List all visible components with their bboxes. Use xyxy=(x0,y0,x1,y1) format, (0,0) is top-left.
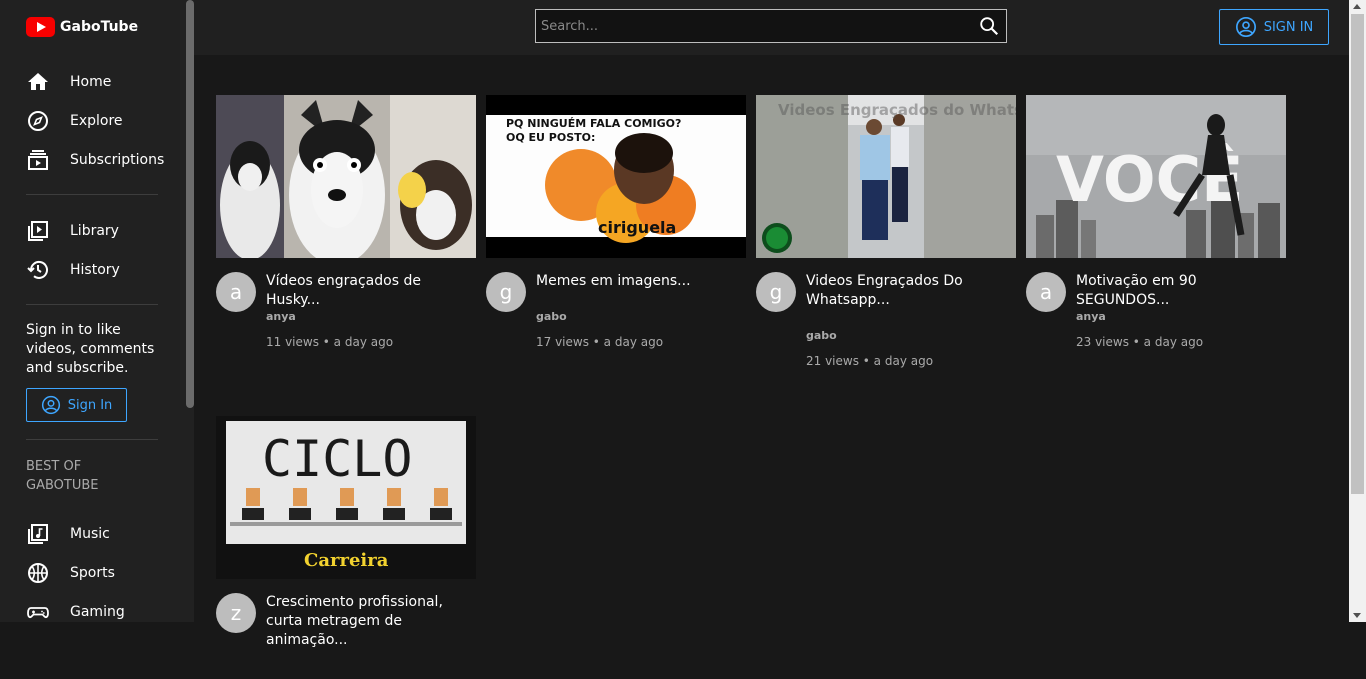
divider xyxy=(26,439,158,440)
video-title[interactable]: Vídeos engraçados de Husky... xyxy=(266,272,476,310)
video-title[interactable]: Videos Engraçados Do Whatsapp... xyxy=(806,272,1016,310)
video-thumbnail[interactable]: PQ NINGUÉM FALA COMIGO? OQ EU POSTO: cir… xyxy=(486,95,746,258)
meme-text-line-2: OQ EU POSTO: xyxy=(506,131,595,144)
video-stats: 21 views • a day ago xyxy=(806,354,934,368)
channel-avatar[interactable]: g xyxy=(486,272,526,312)
sidebar-item-home[interactable]: Home xyxy=(26,70,176,94)
channel-name[interactable]: anya xyxy=(1076,310,1106,323)
channel-avatar[interactable]: a xyxy=(216,272,256,312)
video-thumbnail[interactable]: CICLO Carreira xyxy=(216,416,476,579)
search-icon[interactable] xyxy=(978,15,1000,37)
meme-caption: ciriguela xyxy=(598,218,676,237)
whatsapp-thumbnail-image: Videos Engraçados do Whatsapp xyxy=(756,95,1016,258)
sidebar-item-label: Sports xyxy=(70,565,115,581)
meme-thumbnail-image: PQ NINGUÉM FALA COMIGO? OQ EU POSTO: cir… xyxy=(486,95,746,258)
sidebar-item-label: Gaming xyxy=(70,604,125,620)
channel-name[interactable]: gabo xyxy=(806,329,837,342)
video-stats: 17 views • a day ago xyxy=(536,335,664,349)
channel-name[interactable]: anya xyxy=(266,310,296,323)
subscriptions-icon xyxy=(28,150,48,170)
scroll-down-arrow-icon[interactable] xyxy=(1353,613,1361,618)
signin-prompt: Sign in to like videos, comments and sub… xyxy=(26,322,155,376)
sign-in-label: Sign In xyxy=(67,397,113,413)
thumbnail-headline: CICLO xyxy=(262,430,413,488)
sidebar-item-music[interactable]: Music xyxy=(26,522,176,546)
video-stats: 23 views • a day ago xyxy=(1076,335,1204,349)
video-card[interactable]: CICLO Carreira z Crescimento profissiona… xyxy=(216,416,476,679)
page-scrollbar-thumb[interactable] xyxy=(1351,14,1364,494)
video-card[interactable]: Videos Engraçados do Whatsapp g Videos E… xyxy=(756,95,1016,368)
video-thumbnail[interactable]: Videos Engraçados do Whatsapp xyxy=(756,95,1016,258)
sidebar-scrollbar-thumb[interactable] xyxy=(186,0,194,408)
gaming-icon xyxy=(27,607,49,619)
sidebar-item-label: History xyxy=(70,262,120,278)
search-input[interactable] xyxy=(536,17,978,35)
search-box xyxy=(535,9,1007,43)
sidebar-item-explore[interactable]: Explore xyxy=(26,109,176,133)
husky-thumbnail-image xyxy=(216,95,476,258)
video-title[interactable]: Motivação em 90 SEGUNDOS... xyxy=(1076,272,1286,310)
video-card[interactable]: PQ NINGUÉM FALA COMIGO? OQ EU POSTO: cir… xyxy=(486,95,746,358)
divider xyxy=(26,304,158,305)
history-icon xyxy=(27,261,48,279)
sidebar-item-label: Library xyxy=(70,223,119,239)
sidebar-sign-in-button[interactable]: Sign In xyxy=(26,388,127,422)
sidebar-item-label: Subscriptions xyxy=(70,152,165,168)
channel-avatar[interactable]: z xyxy=(216,593,256,633)
sign-in-label: SIGN IN xyxy=(1263,19,1314,35)
thumbnail-caption: Carreira xyxy=(304,550,389,571)
logo[interactable]: GaboTube xyxy=(26,17,138,37)
sidebar-item-label: Music xyxy=(70,526,110,542)
page-scrollbar[interactable] xyxy=(1349,0,1366,622)
sports-icon xyxy=(28,563,48,583)
channel-name[interactable]: gabo xyxy=(536,310,567,323)
watermark-text: Videos Engraçados do Whatsapp xyxy=(778,101,1016,119)
account-icon xyxy=(1235,17,1256,37)
ciclo-thumbnail-image: CICLO Carreira xyxy=(216,416,476,579)
compass-icon xyxy=(28,111,48,131)
video-card[interactable]: VOCÊ a Motivação em 90 SEGUNDOS... anya … xyxy=(1026,95,1286,358)
top-bar: SIGN IN xyxy=(194,0,1349,55)
account-icon xyxy=(41,395,60,415)
scroll-up-arrow-icon[interactable] xyxy=(1353,4,1361,9)
play-logo-icon xyxy=(26,17,55,37)
video-thumbnail[interactable]: VOCÊ xyxy=(1026,95,1286,258)
sidebar-item-subscriptions[interactable]: Subscriptions xyxy=(26,148,176,172)
sidebar-item-label: Home xyxy=(70,74,112,90)
channel-avatar[interactable]: a xyxy=(1026,272,1066,312)
sidebar-item-history[interactable]: History xyxy=(26,258,176,282)
best-of-heading: BEST OF GABOTUBE xyxy=(26,459,99,493)
app-name: GaboTube xyxy=(60,19,139,35)
video-stats: 11 views • a day ago xyxy=(266,335,394,349)
sidebar: GaboTube Home Explore Subscriptions Libr… xyxy=(0,0,194,622)
channel-avatar[interactable]: g xyxy=(756,272,796,312)
sidebar-item-library[interactable]: Library xyxy=(26,219,176,243)
sidebar-item-gaming[interactable]: Gaming xyxy=(26,600,176,622)
header-sign-in-button[interactable]: SIGN IN xyxy=(1219,9,1329,45)
video-title[interactable]: Memes em imagens... xyxy=(536,272,746,291)
motivation-thumbnail-image: VOCÊ xyxy=(1026,95,1286,258)
video-card[interactable]: a Vídeos engraçados de Husky... anya 11 … xyxy=(216,95,476,358)
home-icon xyxy=(28,73,48,90)
video-thumbnail[interactable] xyxy=(216,95,476,258)
sidebar-item-sports[interactable]: Sports xyxy=(26,561,176,585)
library-icon xyxy=(28,221,48,241)
music-icon xyxy=(28,524,48,544)
sidebar-item-label: Explore xyxy=(70,113,123,129)
sidebar-scrollbar[interactable] xyxy=(184,0,194,622)
meme-text-line-1: PQ NINGUÉM FALA COMIGO? xyxy=(506,117,681,130)
divider xyxy=(26,194,158,195)
